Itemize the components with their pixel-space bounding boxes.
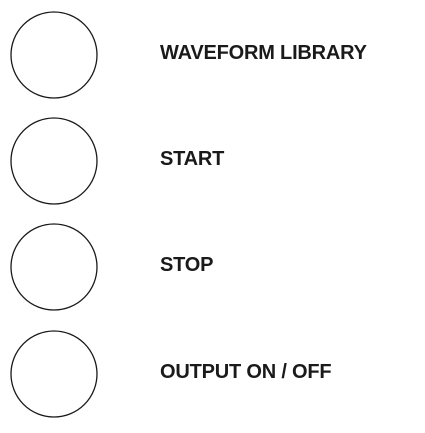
start-row: START — [0, 116, 425, 212]
output-on-off-button[interactable] — [9, 329, 99, 419]
stop-button[interactable] — [9, 222, 99, 312]
circle-button-outline-icon — [10, 330, 98, 418]
start-label: START — [160, 148, 225, 170]
stop-label: STOP — [160, 254, 214, 276]
output-on-off-row: OUTPUT ON / OFF — [0, 329, 425, 425]
waveform-library-label: WAVEFORM LIBRARY — [160, 42, 367, 64]
circle-button-outline-icon — [10, 117, 98, 205]
stop-row: STOP — [0, 222, 425, 318]
circle-button-outline-icon — [10, 223, 98, 311]
start-button[interactable] — [9, 116, 99, 206]
output-on-off-label: OUTPUT ON / OFF — [160, 361, 332, 383]
waveform-library-row: WAVEFORM LIBRARY — [0, 10, 425, 106]
circle-button-outline-icon — [10, 11, 98, 99]
waveform-library-button[interactable] — [9, 10, 99, 100]
